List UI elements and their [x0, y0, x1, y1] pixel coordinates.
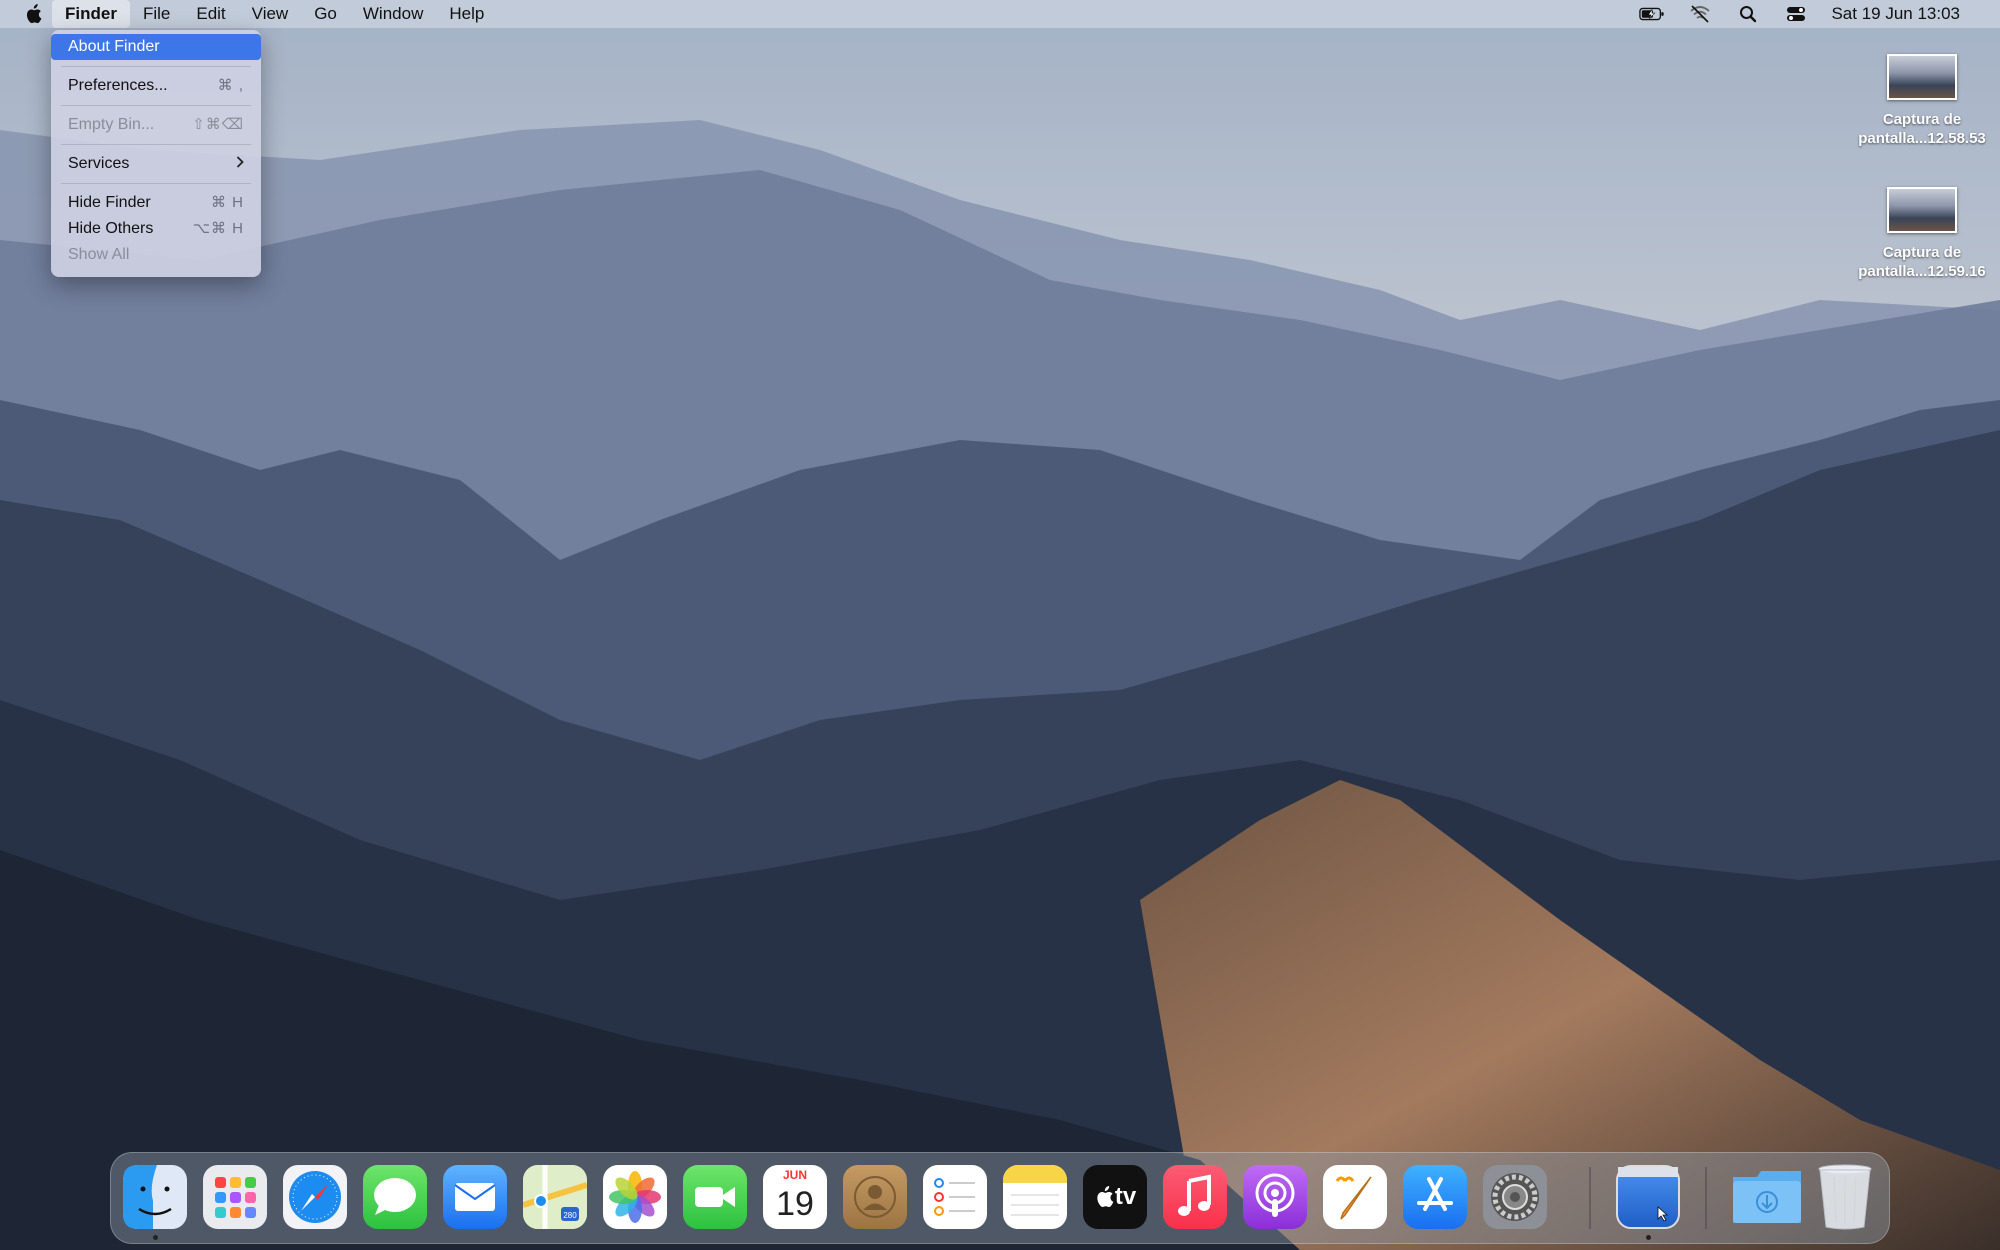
dock-screen-sharing[interactable]: [1616, 1165, 1680, 1229]
menu-item-empty-bin: Empty Bin... ⇧⌘⌫: [51, 112, 261, 138]
facetime-camera-icon: [695, 1187, 735, 1207]
mail-envelope-icon: [454, 1183, 496, 1211]
search-icon[interactable]: [1735, 3, 1761, 25]
menu-separator: [61, 66, 251, 67]
apple-logo-icon: [1097, 1186, 1114, 1208]
desktop-wallpaper: [0, 0, 2000, 1250]
screen-window-icon: [1618, 1167, 1678, 1222]
gear-icon: [1491, 1173, 1539, 1221]
maps-route-badge: 280: [563, 1211, 577, 1220]
dock-tv[interactable]: tv: [1083, 1165, 1147, 1229]
battery-charging-icon[interactable]: [1639, 3, 1665, 25]
menu-file[interactable]: File: [130, 0, 183, 28]
dock-podcasts[interactable]: [1243, 1165, 1307, 1229]
dock-mail[interactable]: [443, 1165, 507, 1229]
dock-reminders[interactable]: [923, 1165, 987, 1229]
dock-system-preferences[interactable]: [1483, 1165, 1547, 1229]
file-name-line1: Captura de: [1882, 244, 1962, 261]
finder-menu-dropdown: About Finder Preferences... ⌘ , Empty Bin…: [51, 30, 261, 277]
chevron-right-icon: [236, 151, 244, 177]
desktop-file-screenshot-1[interactable]: Captura de pantalla...12.58.53: [1852, 54, 1992, 148]
dock-finder[interactable]: [123, 1165, 187, 1229]
file-name-line1: Captura de: [1882, 111, 1962, 128]
reminders-list-icon: [934, 1178, 975, 1216]
dock-facetime[interactable]: [683, 1165, 747, 1229]
menu-item-preferences[interactable]: Preferences... ⌘ ,: [51, 73, 261, 99]
menu-window[interactable]: Window: [350, 0, 436, 28]
menu-bar-left: Finder File Edit View Go Window Help: [0, 0, 497, 28]
menu-separator: [61, 144, 251, 145]
dock-calendar[interactable]: JUN 19: [763, 1165, 827, 1229]
menu-help[interactable]: Help: [436, 0, 497, 28]
running-indicator: [153, 1235, 158, 1240]
finder-icon: [123, 1165, 187, 1229]
menu-item-label: Show All: [68, 246, 130, 263]
desktop-file-screenshot-2[interactable]: Captura de pantalla...12.59.16: [1852, 187, 1992, 281]
pages-pen-icon: [1335, 1176, 1372, 1220]
menu-bar-clock[interactable]: Sat 19 Jun 13:03: [1831, 4, 1960, 24]
menu-separator: [61, 105, 251, 106]
podcasts-icon: [1255, 1173, 1295, 1217]
tv-label: tv: [1114, 1183, 1137, 1210]
dock-contacts[interactable]: [843, 1165, 907, 1229]
launchpad-icon: [215, 1177, 256, 1218]
maps-icon: 280: [522, 1165, 588, 1229]
dock-launchpad[interactable]: [203, 1165, 267, 1229]
dock-notes[interactable]: [1003, 1165, 1067, 1229]
dock-downloads-folder[interactable]: [1731, 1167, 1801, 1231]
file-thumbnail: [1887, 187, 1957, 233]
menu-item-label: Hide Others: [68, 220, 154, 237]
dock-separator: [1705, 1167, 1707, 1229]
menu-finder[interactable]: Finder: [52, 0, 130, 28]
menu-item-label: Empty Bin...: [68, 116, 155, 133]
menu-item-about-finder[interactable]: About Finder: [51, 34, 261, 60]
music-note-icon: [1178, 1174, 1211, 1216]
photos-flower-icon: [609, 1171, 661, 1223]
dock-safari[interactable]: [283, 1165, 347, 1229]
menu-shortcut: ⇧⌘⌫: [192, 116, 244, 133]
dock-bin[interactable]: [1816, 1163, 1880, 1230]
calendar-day: 19: [776, 1185, 814, 1223]
downloads-folder-icon: [1733, 1171, 1801, 1223]
menu-go[interactable]: Go: [301, 0, 350, 28]
file-thumbnail: [1887, 54, 1957, 100]
dock-maps[interactable]: 280: [522, 1165, 588, 1229]
dock-music[interactable]: [1163, 1165, 1227, 1229]
menu-item-show-all: Show All: [51, 242, 261, 268]
contacts-person-icon: [854, 1176, 896, 1218]
menu-item-hide-others[interactable]: Hide Others ⌥⌘ H: [51, 216, 261, 242]
menu-edit[interactable]: Edit: [183, 0, 238, 28]
wifi-off-icon[interactable]: [1687, 3, 1713, 25]
menu-item-label: Preferences...: [68, 77, 168, 94]
dock: 280 JUN 19 tv: [110, 1152, 1890, 1244]
safari-compass-icon: [289, 1171, 341, 1223]
messages-bubble-icon: [374, 1178, 416, 1215]
dock-pages[interactable]: [1323, 1165, 1387, 1229]
menu-item-label: Hide Finder: [68, 194, 151, 211]
menu-separator: [61, 183, 251, 184]
menu-item-label: Services: [68, 155, 130, 172]
running-indicator: [1646, 1235, 1651, 1240]
dock-separator: [1589, 1167, 1591, 1229]
menu-item-hide-finder[interactable]: Hide Finder ⌘ H: [51, 190, 261, 216]
menu-item-services[interactable]: Services: [51, 151, 261, 177]
apple-logo-icon[interactable]: [20, 0, 46, 28]
app-store-icon: [1417, 1177, 1453, 1211]
menu-shortcut: ⌘ H: [211, 194, 244, 211]
menu-item-label: About Finder: [68, 38, 160, 55]
trash-bin-icon: [1818, 1164, 1872, 1230]
menu-bar-right: Sat 19 Jun 13:03: [1639, 0, 2000, 28]
menu-shortcut: ⌥⌘ H: [192, 220, 244, 237]
notes-pad-icon: [1003, 1165, 1067, 1216]
dock-app-store[interactable]: [1403, 1165, 1467, 1229]
menu-view[interactable]: View: [239, 0, 302, 28]
dock-photos[interactable]: [603, 1165, 667, 1229]
file-name-line2: pantalla...12.58.53: [1858, 130, 1986, 147]
control-center-icon[interactable]: [1783, 3, 1809, 25]
menu-shortcut: ⌘ ,: [217, 77, 244, 94]
file-name-line2: pantalla...12.59.16: [1858, 263, 1986, 280]
dock-messages[interactable]: [363, 1165, 427, 1229]
menu-bar: Finder File Edit View Go Window Help Sat…: [0, 0, 2000, 28]
calendar-month: JUN: [782, 1168, 807, 1182]
